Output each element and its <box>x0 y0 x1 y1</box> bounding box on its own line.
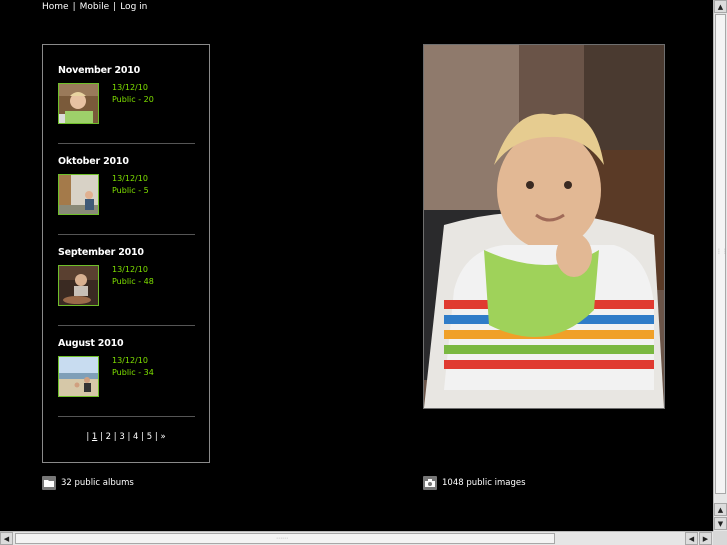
album-item: November 2010 13/12/10 Public - 20 <box>58 65 195 144</box>
folder-icon <box>42 476 56 490</box>
camera-icon <box>423 476 437 490</box>
images-count-label[interactable]: 1048 public images <box>442 478 526 488</box>
scrollbar-corner <box>713 531 727 545</box>
top-navigation: Home | Mobile | Log in <box>42 2 147 12</box>
album-title[interactable]: August 2010 <box>58 338 195 349</box>
albums-count[interactable]: 32 public albums <box>42 476 134 490</box>
album-meta: 13/12/10 Public - 34 <box>112 355 154 379</box>
page-link-4[interactable]: 4 <box>133 432 138 442</box>
divider <box>58 325 195 326</box>
grip-icon: ⋮⋮ <box>716 248 727 255</box>
featured-photo[interactable] <box>423 44 665 409</box>
album-item: Oktober 2010 13/12/10 Public - 5 <box>58 156 195 235</box>
next-page-link[interactable]: » <box>160 432 165 442</box>
divider <box>58 234 195 235</box>
divider <box>58 416 195 417</box>
page-link-3[interactable]: 3 <box>119 432 124 442</box>
scroll-left-button[interactable]: ◀ <box>685 532 698 545</box>
album-date[interactable]: 13/12/10 <box>112 355 154 367</box>
page-link-1[interactable]: 1 <box>92 432 97 442</box>
album-date[interactable]: 13/12/10 <box>112 264 154 276</box>
album-item: August 2010 13/12/10 Public - 34 <box>58 338 195 417</box>
album-meta: 13/12/10 Public - 5 <box>112 173 149 197</box>
horizontal-scrollbar[interactable]: ◀ ⋯⋯ ◀ ▶ <box>0 531 713 545</box>
album-date[interactable]: 13/12/10 <box>112 82 154 94</box>
albums-count-label[interactable]: 32 public albums <box>61 478 134 488</box>
divider <box>58 143 195 144</box>
nav-login-link[interactable]: Log in <box>120 2 147 12</box>
nav-separator: | <box>72 2 76 12</box>
album-visibility-count[interactable]: Public - 5 <box>112 185 149 197</box>
album-date[interactable]: 13/12/10 <box>112 173 149 185</box>
album-visibility-count[interactable]: Public - 48 <box>112 276 154 288</box>
scroll-down-button[interactable]: ▼ <box>714 517 727 530</box>
images-count[interactable]: 1048 public images <box>423 476 526 490</box>
pagination: | 1 | 2 | 3 | 4 | 5 | » <box>86 432 166 442</box>
album-item: September 2010 13/12/10 Public - 48 <box>58 247 195 326</box>
page-link-5[interactable]: 5 <box>147 432 152 442</box>
album-thumbnail[interactable] <box>58 265 99 306</box>
scroll-right-button[interactable]: ▶ <box>699 532 712 545</box>
album-thumbnail[interactable] <box>58 356 99 397</box>
nav-home-link[interactable]: Home <box>42 2 69 12</box>
vertical-scrollbar[interactable]: ▲ ⋮⋮ ▲ ▼ <box>713 0 727 531</box>
album-visibility-count[interactable]: Public - 34 <box>112 367 154 379</box>
scroll-left-button[interactable]: ◀ <box>0 532 13 545</box>
nav-mobile-link[interactable]: Mobile <box>80 2 110 12</box>
grip-icon: ⋯⋯ <box>276 535 288 542</box>
album-title[interactable]: September 2010 <box>58 247 195 258</box>
scroll-up-button[interactable]: ▲ <box>714 503 727 516</box>
nav-separator: | <box>113 2 117 12</box>
album-visibility-count[interactable]: Public - 20 <box>112 94 154 106</box>
album-meta: 13/12/10 Public - 48 <box>112 264 154 288</box>
scroll-up-button[interactable]: ▲ <box>714 0 727 13</box>
album-list-panel: November 2010 13/12/10 Public - 20 Oktob… <box>42 44 210 463</box>
album-thumbnail[interactable] <box>58 174 99 215</box>
album-title[interactable]: November 2010 <box>58 65 195 76</box>
album-title[interactable]: Oktober 2010 <box>58 156 195 167</box>
page-link-2[interactable]: 2 <box>106 432 111 442</box>
album-meta: 13/12/10 Public - 20 <box>112 82 154 106</box>
album-thumbnail[interactable] <box>58 83 99 124</box>
